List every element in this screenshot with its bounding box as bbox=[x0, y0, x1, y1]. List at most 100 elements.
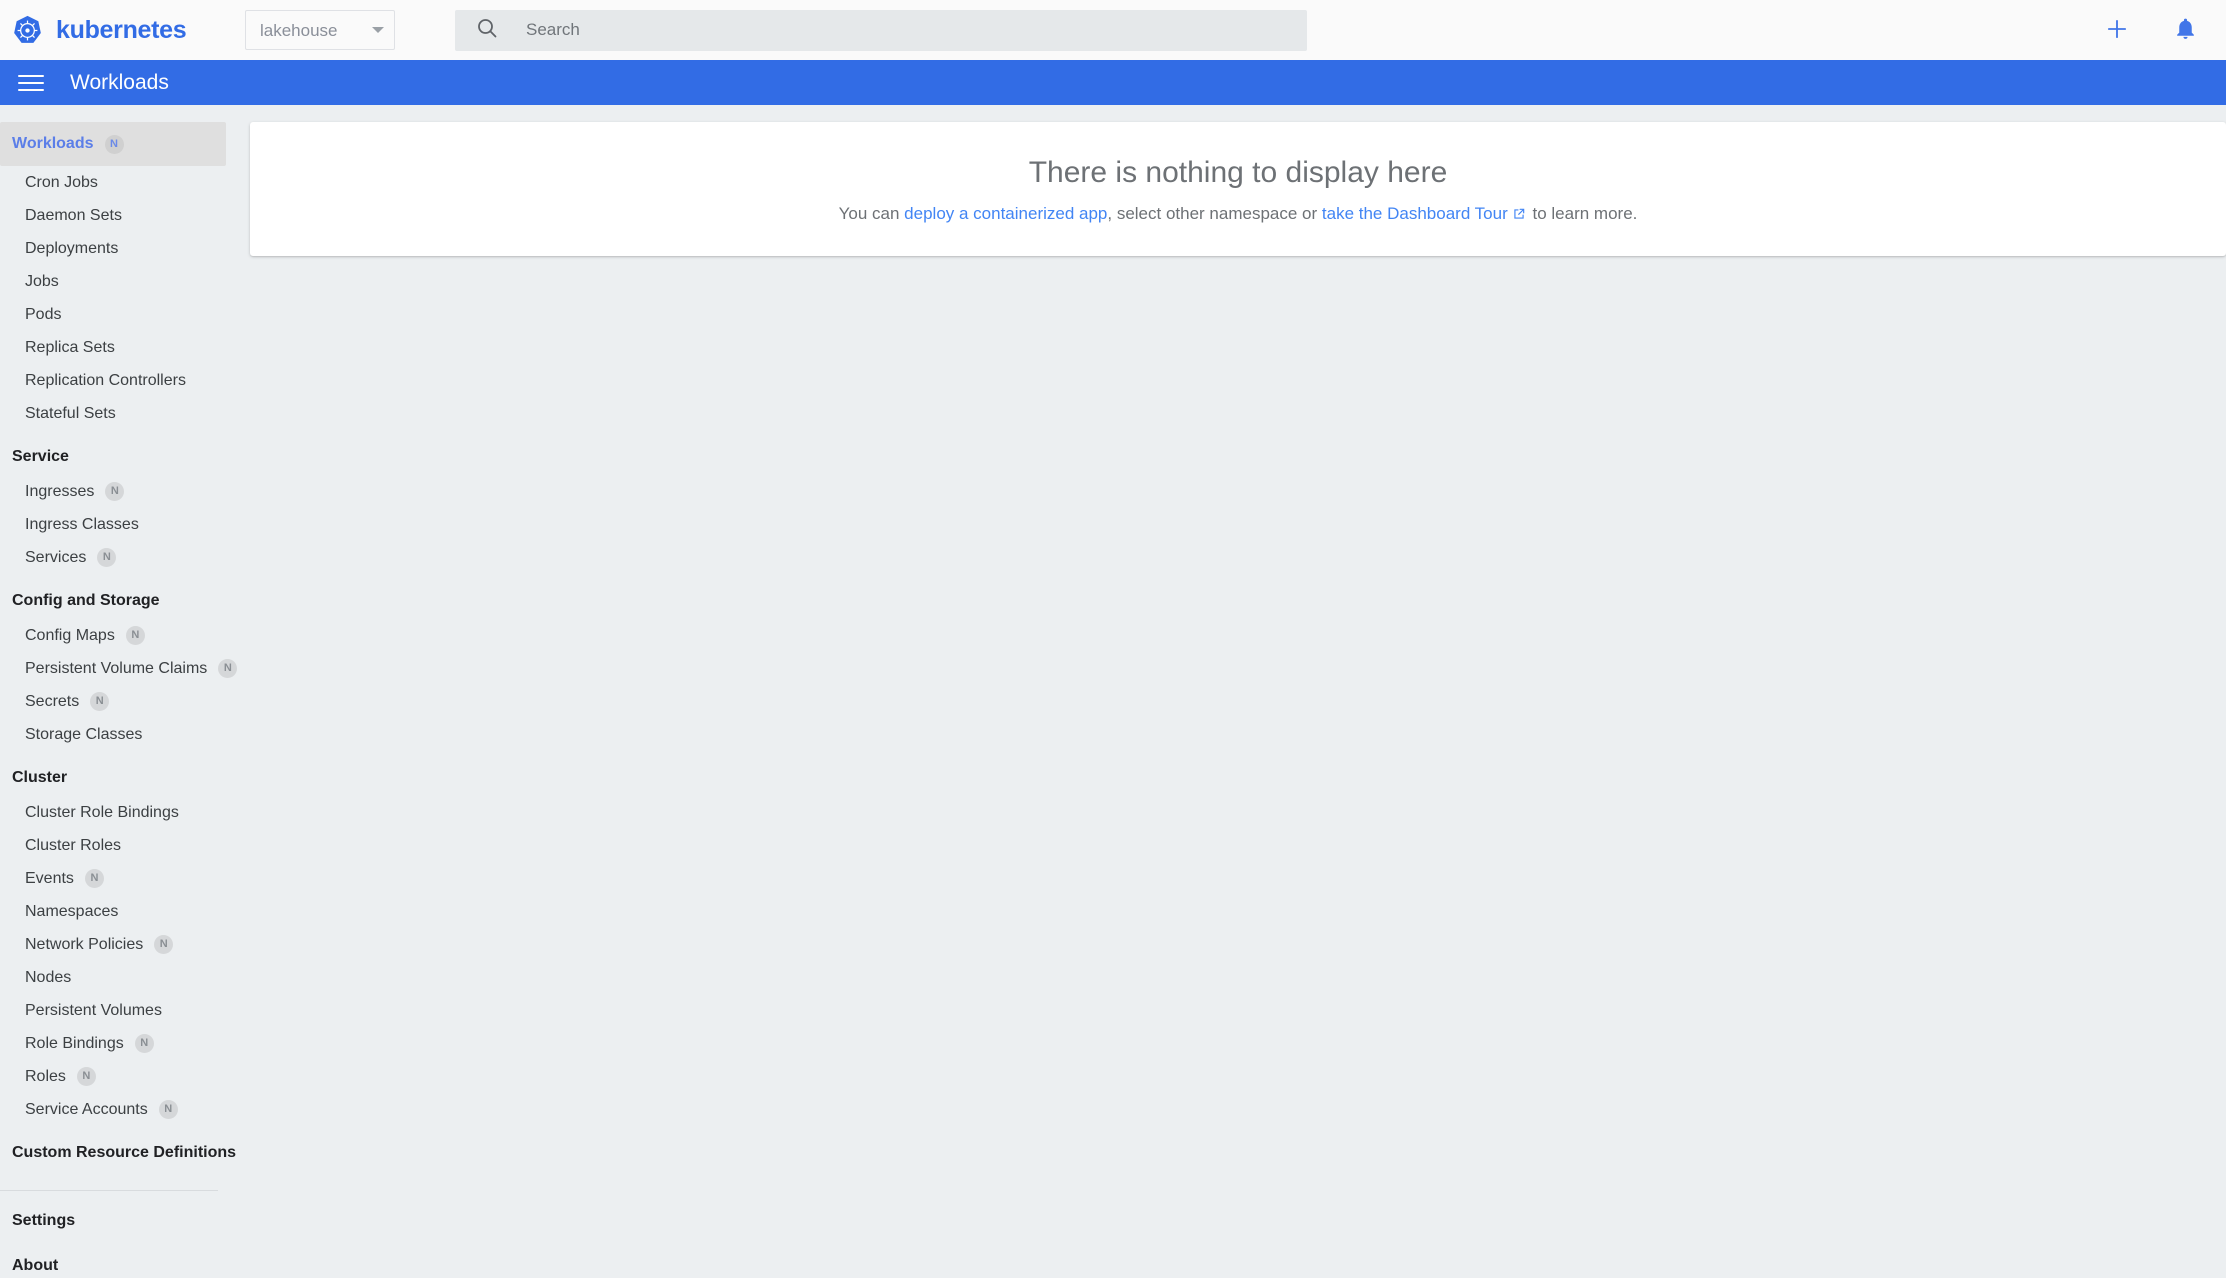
namespaced-badge: N bbox=[97, 548, 117, 567]
sidebar-section-label: Cluster bbox=[12, 769, 68, 786]
empty-state-subtitle: You can deploy a containerized app, sele… bbox=[250, 204, 2226, 226]
dashboard-tour-link[interactable]: take the Dashboard Tour bbox=[1322, 204, 1508, 223]
sidebar-item-pods[interactable]: Pods bbox=[0, 298, 238, 331]
sidebar-item-label: Network Policies bbox=[25, 935, 144, 953]
sidebar-item-jobs[interactable]: Jobs bbox=[0, 265, 238, 298]
empty-state-card: There is nothing to display here You can… bbox=[250, 122, 2226, 257]
sidebar-item-about[interactable]: About bbox=[0, 1248, 238, 1278]
namespaced-badge: N bbox=[104, 134, 124, 154]
sidebar-item-label: Persistent Volume Claims bbox=[25, 659, 208, 677]
sidebar-item-deployments[interactable]: Deployments bbox=[0, 232, 238, 265]
sidebar-item-label: Config Maps bbox=[25, 626, 115, 644]
sidebar-section-label: Service bbox=[12, 448, 69, 465]
sidebar-divider bbox=[0, 1190, 218, 1191]
hamburger-bar bbox=[18, 81, 44, 84]
namespaced-badge: N bbox=[76, 1067, 96, 1086]
sidebar-item-label: Nodes bbox=[25, 968, 72, 986]
app-toolbar: Workloads bbox=[0, 60, 2226, 105]
sidebar-item-services[interactable]: Services N bbox=[0, 541, 238, 574]
namespaced-badge: N bbox=[154, 935, 174, 954]
sidebar-item-label: Jobs bbox=[25, 272, 59, 290]
sidebar-item-label: Ingress Classes bbox=[25, 515, 139, 533]
header-actions bbox=[2100, 13, 2226, 47]
namespaced-badge: N bbox=[125, 626, 145, 645]
sidebar-item-label: Secrets bbox=[25, 692, 80, 710]
sidebar-item-network-policies[interactable]: Network Policies N bbox=[0, 928, 238, 961]
sidebar-item-label: About bbox=[12, 1257, 59, 1274]
plus-icon bbox=[2104, 16, 2130, 45]
sidebar-item-label: Roles bbox=[25, 1067, 66, 1085]
namespaced-badge: N bbox=[134, 1034, 154, 1053]
sidebar-item-cluster-role-bindings[interactable]: Cluster Role Bindings bbox=[0, 796, 238, 829]
top-header: kubernetes lakehouse bbox=[0, 0, 2226, 60]
sidebar-item-events[interactable]: Events N bbox=[0, 862, 238, 895]
brand-logo-group[interactable]: kubernetes bbox=[0, 15, 245, 46]
empty-state-title: There is nothing to display here bbox=[1028, 156, 1448, 189]
sidebar-item-config-maps[interactable]: Config Maps N bbox=[0, 619, 238, 652]
sidebar-item-label: Role Bindings bbox=[25, 1034, 124, 1052]
sidebar-item-label: Cron Jobs bbox=[25, 173, 98, 191]
sidebar-section-label: Config and Storage bbox=[12, 592, 160, 609]
kubernetes-logo bbox=[12, 15, 43, 46]
sidebar-item-label: Cluster Role Bindings bbox=[25, 803, 179, 821]
sidebar-item-label: Daemon Sets bbox=[25, 206, 122, 224]
namespace-selector[interactable]: lakehouse bbox=[245, 10, 395, 50]
sidebar-item-label: Pods bbox=[25, 305, 62, 323]
empty-state-prefix: You can bbox=[838, 204, 905, 223]
sidebar-item-label: Cluster Roles bbox=[25, 836, 122, 854]
sidebar-item-nodes[interactable]: Nodes bbox=[0, 961, 238, 994]
sidebar-item-label: Workloads bbox=[12, 135, 94, 152]
sidebar-item-label: Storage Classes bbox=[25, 725, 143, 743]
sidebar-section-custom-resource-definitions[interactable]: Custom Resource Definitions bbox=[0, 1135, 238, 1171]
namespaced-badge: N bbox=[84, 869, 104, 888]
sidebar-item-label: Ingresses bbox=[25, 482, 95, 500]
sidebar-item-replication-controllers[interactable]: Replication Controllers bbox=[0, 364, 238, 397]
sidebar-item-label: Replication Controllers bbox=[25, 371, 186, 389]
namespaced-badge: N bbox=[158, 1100, 178, 1119]
main-content: There is nothing to display here You can… bbox=[238, 105, 2226, 1278]
bell-icon bbox=[2173, 16, 2198, 44]
empty-state-suffix: to learn more. bbox=[1527, 204, 1638, 223]
notifications-button[interactable] bbox=[2168, 13, 2202, 47]
sidebar-item-namespaces[interactable]: Namespaces bbox=[0, 895, 238, 928]
sidebar-item-label: Persistent Volumes bbox=[25, 1001, 162, 1019]
sidebar-item-storage-classes[interactable]: Storage Classes bbox=[0, 718, 238, 751]
sidebar-item-stateful-sets[interactable]: Stateful Sets bbox=[0, 397, 238, 430]
sidebar-item-daemon-sets[interactable]: Daemon Sets bbox=[0, 199, 238, 232]
create-button[interactable] bbox=[2100, 13, 2134, 47]
namespace-selected-value: lakehouse bbox=[260, 20, 338, 40]
search-box[interactable] bbox=[455, 9, 1307, 51]
sidebar-item-role-bindings[interactable]: Role Bindings N bbox=[0, 1027, 238, 1060]
sidebar-item-persistent-volume-claims[interactable]: Persistent Volume Claims N bbox=[0, 652, 238, 685]
sidebar-item-label: Events bbox=[25, 869, 74, 887]
sidebar-nav: Workloads N Cron Jobs Daemon Sets Deployment… bbox=[0, 105, 238, 1278]
sidebar-item-cron-jobs[interactable]: Cron Jobs bbox=[0, 166, 238, 199]
hamburger-bar bbox=[18, 88, 44, 91]
sidebar-item-roles[interactable]: Roles N bbox=[0, 1060, 238, 1093]
sidebar-item-settings[interactable]: Settings bbox=[0, 1203, 238, 1239]
sidebar-item-service-accounts[interactable]: Service Accounts N bbox=[0, 1093, 238, 1126]
sidebar-item-label: Deployments bbox=[25, 239, 119, 257]
sidebar-section-service: Service bbox=[0, 439, 238, 475]
sidebar-item-ingresses[interactable]: Ingresses N bbox=[0, 475, 238, 508]
deploy-containerized-app-link[interactable]: deploy a containerized app bbox=[904, 204, 1107, 223]
sidebar-item-secrets[interactable]: Secrets N bbox=[0, 685, 238, 718]
sidebar-item-workloads[interactable]: Workloads N bbox=[0, 122, 226, 166]
sidebar-item-label: Service Accounts bbox=[25, 1100, 148, 1118]
hamburger-menu-icon[interactable] bbox=[16, 68, 46, 98]
namespaced-badge: N bbox=[218, 659, 238, 678]
sidebar-section-config-and-storage: Config and Storage bbox=[0, 583, 238, 619]
sidebar-item-cluster-roles[interactable]: Cluster Roles bbox=[0, 829, 238, 862]
sidebar-item-persistent-volumes[interactable]: Persistent Volumes bbox=[0, 994, 238, 1027]
namespaced-badge: N bbox=[90, 692, 110, 711]
sidebar-section-cluster: Cluster bbox=[0, 760, 238, 796]
hamburger-bar bbox=[18, 74, 44, 77]
sidebar-item-ingress-classes[interactable]: Ingress Classes bbox=[0, 508, 238, 541]
sidebar-item-label: Stateful Sets bbox=[25, 404, 116, 422]
sidebar-item-replica-sets[interactable]: Replica Sets bbox=[0, 331, 238, 364]
search-input[interactable] bbox=[526, 20, 1307, 40]
search-icon bbox=[475, 16, 499, 45]
empty-state-middle: , select other namespace or bbox=[1107, 204, 1322, 223]
sidebar-section-label: Custom Resource Definitions bbox=[12, 1144, 237, 1161]
namespaced-badge: N bbox=[105, 482, 125, 501]
